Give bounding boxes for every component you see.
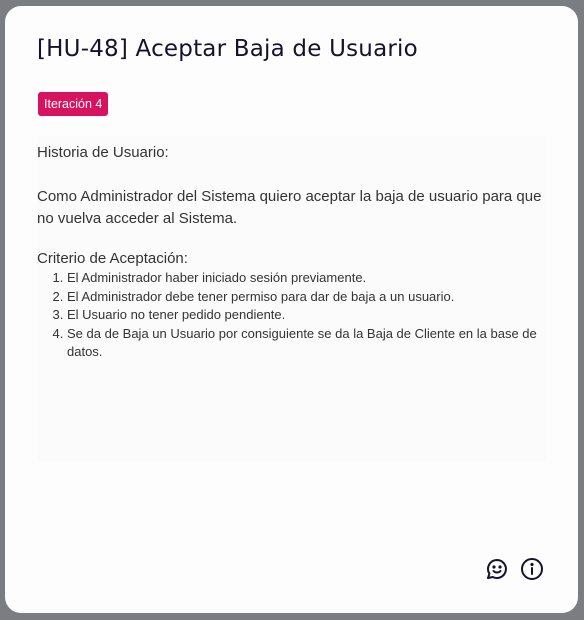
criteria-heading: Criterio de Aceptación: [37,250,188,267]
criteria-item: Se da de Baja un Usuario por consiguient… [67,325,547,362]
story-text: Como Administrador del Sistema quiero ac… [37,188,542,227]
criteria-item: El Usuario no tener pedido pendiente. [67,306,547,325]
criteria-item: El Administrador haber iniciado sesión p… [67,269,547,288]
card-title: [HU-48] Aceptar Baja de Usuario [37,36,418,62]
criteria-list: El Administrador haber iniciado sesión p… [37,269,547,362]
story-heading: Historia de Usuario: [37,144,169,161]
criteria-item: El Administrador debe tener permiso para… [67,288,547,307]
story-card: [HU-48] Aceptar Baja de Usuario Iteració… [5,6,578,613]
info-icon[interactable] [520,557,544,581]
iteration-badge: Iteración 4 [38,92,109,116]
card-description: Historia de Usuario: Como Administrador … [37,136,547,462]
chat-smile-icon[interactable] [485,557,509,581]
